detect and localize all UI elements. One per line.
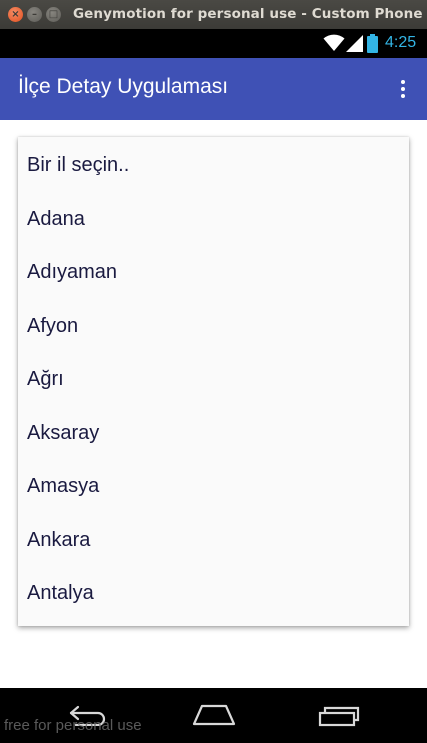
close-icon: ×: [11, 8, 20, 20]
dropdown-item-antalya[interactable]: Antalya: [18, 567, 409, 621]
window-title: Genymotion for personal use - Custom Pho…: [73, 6, 427, 22]
status-bar: 4:25: [0, 29, 427, 58]
clock: 4:25: [385, 34, 417, 51]
window-maximize-button[interactable]: □: [46, 7, 61, 22]
minimize-icon: –: [32, 8, 37, 20]
dropdown-item-placeholder[interactable]: Bir il seçin..: [18, 139, 409, 193]
app-toolbar: İlçe Detay Uygulaması: [0, 58, 427, 120]
main-content: Bir il seçin.. Adana Adıyaman Afyon Ağrı…: [0, 120, 427, 688]
battery-icon: [367, 34, 378, 53]
maximize-icon: □: [48, 8, 59, 20]
home-icon[interactable]: [192, 704, 236, 726]
window-close-button[interactable]: ×: [8, 7, 23, 22]
watermark-text: free for personal use: [4, 717, 142, 734]
recent-apps-icon[interactable]: [318, 705, 360, 727]
app-title: İlçe Detay Uygulaması: [18, 75, 229, 98]
wifi-icon: [323, 34, 345, 51]
dropdown-item-adiyaman[interactable]: Adıyaman: [18, 246, 409, 300]
window-minimize-button[interactable]: –: [27, 7, 42, 22]
window-titlebar: × – □ Genymotion for personal use - Cust…: [0, 0, 427, 29]
navigation-bar: free for personal use: [0, 688, 427, 743]
dropdown-item-agri[interactable]: Ağrı: [18, 353, 409, 407]
dropdown-item-ankara[interactable]: Ankara: [18, 514, 409, 568]
dropdown-item-adana[interactable]: Adana: [18, 193, 409, 247]
city-dropdown-list: Bir il seçin.. Adana Adıyaman Afyon Ağrı…: [18, 137, 409, 626]
signal-icon: [346, 35, 363, 52]
dropdown-item-amasya[interactable]: Amasya: [18, 460, 409, 514]
overflow-menu-button[interactable]: [392, 76, 414, 102]
overflow-menu-icon: [401, 80, 405, 84]
dropdown-item-afyon[interactable]: Afyon: [18, 300, 409, 354]
dropdown-item-aksaray[interactable]: Aksaray: [18, 407, 409, 461]
